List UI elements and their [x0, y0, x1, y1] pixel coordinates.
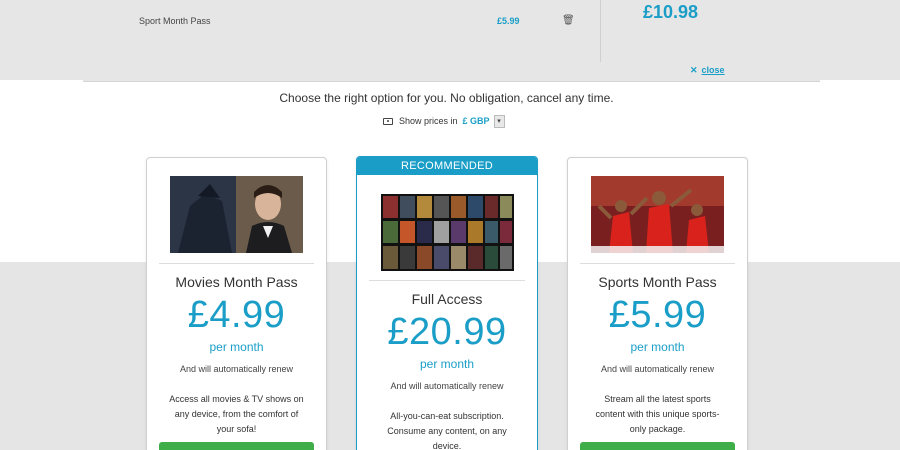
full-access-thumbnail [381, 194, 514, 271]
basket-panel: Sport Month Pass £5.99 🗑 £10.98 ✕ close [0, 0, 900, 82]
plan-description: Access all movies & TV shows on any devi… [169, 394, 304, 434]
plan-period: per month [209, 340, 264, 354]
plan-card-full-access: RECOMMENDED Full Access £20.99 per month… [356, 156, 538, 450]
chevron-down-icon[interactable]: ▾ [493, 114, 505, 128]
card-separator [369, 280, 525, 281]
currency-label: Show prices in [399, 116, 458, 126]
plan-renew-note: And will automatically renew [600, 364, 715, 374]
basket-item-price: £5.99 [497, 16, 520, 26]
currency-selector: Show prices in £ GBP ▾ [383, 114, 505, 128]
select-plan-button[interactable] [159, 442, 314, 450]
sports-thumbnail [591, 176, 724, 253]
plan-title: Movies Month Pass [175, 274, 298, 290]
plan-title: Full Access [411, 291, 483, 307]
plan-card-sports: Sports Month Pass £5.99 per month And wi… [567, 157, 748, 450]
plan-period: per month [630, 340, 685, 354]
plan-price: £5.99 [608, 294, 707, 336]
basket-item-name: Sport Month Pass [139, 16, 211, 26]
plan-title: Sports Month Pass [598, 274, 717, 290]
select-plan-button[interactable] [580, 442, 735, 450]
close-link[interactable]: ✕ close [690, 65, 725, 76]
basket-divider [600, 0, 601, 62]
basket-total: £10.98 [643, 2, 699, 22]
card-separator [159, 263, 314, 264]
plan-price: £4.99 [187, 294, 286, 336]
plan-renew-note: And will automatically renew [179, 364, 294, 374]
currency-value[interactable]: £ GBP [463, 116, 490, 126]
close-icon[interactable]: ✕ [690, 65, 698, 75]
plan-period: per month [419, 357, 475, 371]
card-separator [580, 263, 735, 264]
plan-description: Stream all the latest sports content wit… [595, 394, 720, 434]
movies-thumbnail [170, 176, 303, 253]
plan-card-movies: Movies Month Pass £4.99 per month And wi… [146, 157, 327, 450]
money-icon [383, 117, 393, 125]
close-label[interactable]: close [702, 65, 725, 75]
trash-icon[interactable]: 🗑 [562, 15, 575, 26]
plan-description: All-you-can-eat subscription. Consume an… [387, 411, 507, 450]
plan-price: £20.99 [387, 311, 507, 353]
tagline: Choose the right option for you. No obli… [279, 91, 614, 105]
recommended-badge: RECOMMENDED [357, 157, 537, 175]
plan-renew-note: And will automatically renew [390, 381, 504, 391]
